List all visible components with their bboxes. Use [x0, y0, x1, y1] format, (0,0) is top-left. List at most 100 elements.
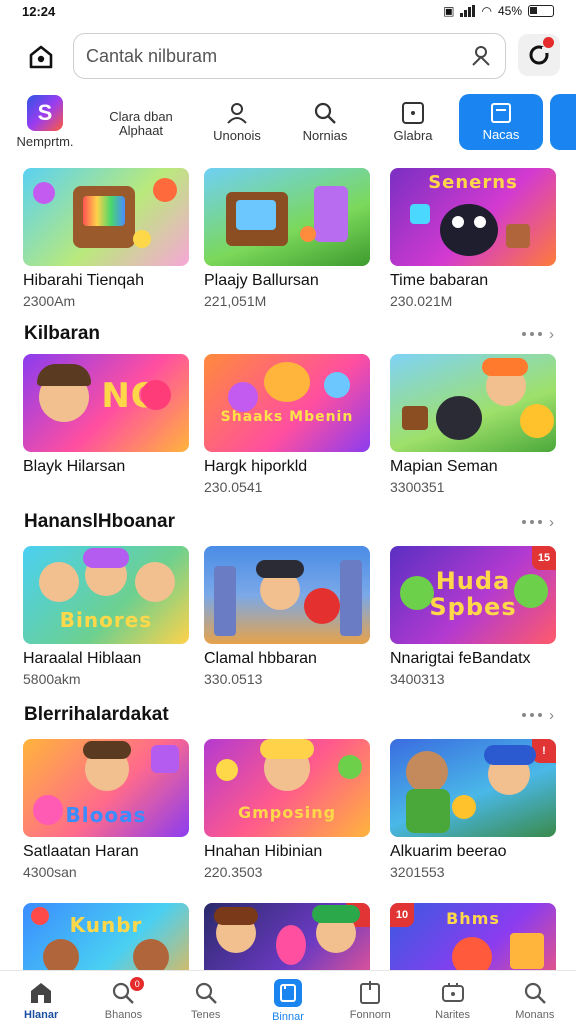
- nav-item-narites[interactable]: Narites: [411, 971, 493, 1024]
- top-bar: Cantak nilburam: [0, 30, 576, 82]
- nav-label: Tenes: [191, 1009, 221, 1021]
- game-title: Time babaran: [390, 272, 489, 289]
- person-icon: [227, 103, 247, 124]
- home-button[interactable]: [22, 38, 60, 76]
- game-card[interactable]: Hibarahi Tienqah 2300Am: [23, 168, 189, 309]
- nav-item-monans[interactable]: Monans: [494, 971, 576, 1024]
- game-title: Hibarahi Tienqah: [23, 272, 144, 289]
- nav-label: Fonnorn: [349, 1009, 391, 1021]
- game-title: Hargk hiporkld: [204, 458, 308, 475]
- game-card[interactable]: Gmposing Hnahan Hibinian 220.3503: [204, 739, 370, 880]
- category-nemprtm[interactable]: S Nemprtm.: [0, 94, 90, 150]
- game-banner-text: Bhms: [446, 909, 500, 928]
- wifi-icon: ◠: [481, 4, 492, 18]
- nav-item-tenes[interactable]: Tenes: [165, 971, 247, 1024]
- game-card[interactable]: 15 Huda Spbes Nnarigtai feBandatx 340031…: [390, 546, 556, 687]
- game-card[interactable]: Senerns Time babaran 230.021M: [390, 168, 556, 309]
- section-header: HananslHboanar ›: [24, 510, 554, 534]
- game-thumbnail: 15 Huda Spbes: [390, 546, 556, 644]
- bookmark-icon: [360, 981, 381, 1004]
- category-unonois[interactable]: Unonois: [192, 94, 282, 150]
- category-label: Clara dban Alphaat: [109, 109, 173, 138]
- game-banner-text: Senerns: [428, 172, 518, 193]
- category-glabra[interactable]: Glabra: [368, 94, 458, 150]
- game-thumbnail: [204, 168, 370, 266]
- nav-item-home[interactable]: Hlanar: [0, 971, 82, 1024]
- game-title: Satlaatan Haran: [23, 843, 139, 860]
- tablet-icon: [491, 103, 511, 123]
- section-title: Kilbaran: [24, 323, 101, 344]
- game-card[interactable]: ! Alkuarim beerao 3201553: [390, 739, 556, 880]
- nav-item-fonnorn[interactable]: Fonnorn: [329, 971, 411, 1024]
- notifications-button[interactable]: [518, 34, 560, 76]
- more-button[interactable]: ›: [522, 707, 554, 724]
- status-time: 12:24: [22, 3, 56, 19]
- game-title: Haraalal Hiblaan: [23, 650, 142, 667]
- game-downloads: 3201553: [390, 864, 445, 880]
- game-thumbnail: Shaaks Mbenin: [204, 354, 370, 452]
- search-icon: [524, 982, 546, 1004]
- game-banner-text: Blooas: [65, 803, 147, 827]
- game-banner-text: Shaaks Mbenin: [220, 409, 354, 425]
- search-bar[interactable]: Cantak nilburam: [73, 33, 506, 79]
- category-label: Nacas: [482, 127, 520, 142]
- game-card[interactable]: Clamal hbbaran 330.0513: [204, 546, 370, 687]
- game-title: Plaajy Ballursan: [204, 272, 319, 289]
- game-card[interactable]: NO Blayk Hilarsan: [23, 354, 189, 479]
- game-title: Clamal hbbaran: [204, 650, 317, 667]
- game-card[interactable]: Binores Haraalal Hiblaan 5800akm: [23, 546, 189, 687]
- home-icon: [29, 45, 53, 69]
- nav-item-bhanos[interactable]: 0 Bhanos: [82, 971, 164, 1024]
- vibrate-icon: ▣: [443, 4, 455, 18]
- search-icon: [195, 982, 217, 1004]
- notification-dot: [543, 37, 554, 48]
- category-nornias[interactable]: Nornias: [280, 94, 370, 150]
- game-thumbnail: !: [390, 739, 556, 837]
- nav-badge: 0: [130, 977, 145, 991]
- game-banner-text: Huda Spbes: [429, 567, 517, 621]
- game-downloads: 3300351: [390, 479, 445, 495]
- category-next-peek[interactable]: [550, 94, 576, 150]
- nav-label: Hlanar: [24, 1009, 59, 1021]
- game-card[interactable]: Mapian Seman 3300351: [390, 354, 556, 495]
- category-label: Nornias: [302, 128, 348, 143]
- category-nacas[interactable]: Nacas: [459, 94, 543, 150]
- game-card[interactable]: Blooas Satlaatan Haran 4300san: [23, 739, 189, 880]
- section-header: Kilbaran ›: [24, 322, 554, 346]
- chevron-right-icon: ›: [549, 706, 554, 724]
- game-downloads: 221,051M: [204, 293, 267, 309]
- game-banner-text: Binores: [59, 608, 153, 632]
- nav-label: Monans: [515, 1009, 555, 1021]
- game-downloads: 220.3503: [204, 864, 263, 880]
- game-banner-text: NO: [101, 376, 161, 416]
- game-title: Nnarigtai feBandatx: [390, 650, 531, 667]
- status-icons: ▣ ◠ 45%: [443, 4, 554, 18]
- home-icon: [31, 983, 52, 1003]
- game-card[interactable]: Shaaks Mbenin Hargk hiporkld 230.0541: [204, 354, 370, 495]
- more-button[interactable]: ›: [522, 514, 554, 531]
- game-title: Alkuarim beerao: [390, 843, 507, 860]
- search-input[interactable]: Cantak nilburam: [86, 46, 469, 67]
- game-downloads: 2300Am: [23, 293, 76, 309]
- game-banner-text: Gmposing: [237, 803, 337, 822]
- game-thumbnail: [390, 354, 556, 452]
- section-title: HananslHboanar: [24, 511, 175, 532]
- game-thumbnail: [204, 546, 370, 644]
- person-icon[interactable]: [469, 44, 493, 68]
- game-downloads: 230.021M: [390, 293, 453, 309]
- bottom-navigation: Hlanar 0 Bhanos Tenes Binnar Fonnorn Nar…: [0, 970, 576, 1024]
- nav-label: Bhanos: [104, 1009, 143, 1021]
- nav-item-binnar[interactable]: Binnar: [247, 971, 329, 1024]
- category-alphaat[interactable]: Clara dban Alphaat: [96, 94, 186, 150]
- game-thumbnail: Senerns: [390, 168, 556, 266]
- more-button[interactable]: ›: [522, 326, 554, 343]
- tablet-icon: [273, 979, 302, 1007]
- section-header: Blerrihalardakat ›: [24, 703, 554, 727]
- game-thumbnail: [23, 168, 189, 266]
- game-downloads: 3400313: [390, 671, 445, 687]
- battery-icon: [528, 5, 554, 17]
- game-title: Mapian Seman: [390, 458, 498, 475]
- game-card[interactable]: Plaajy Ballursan 221,051M: [204, 168, 370, 309]
- signal-icon: [460, 5, 476, 17]
- game-thumbnail: Blooas: [23, 739, 189, 837]
